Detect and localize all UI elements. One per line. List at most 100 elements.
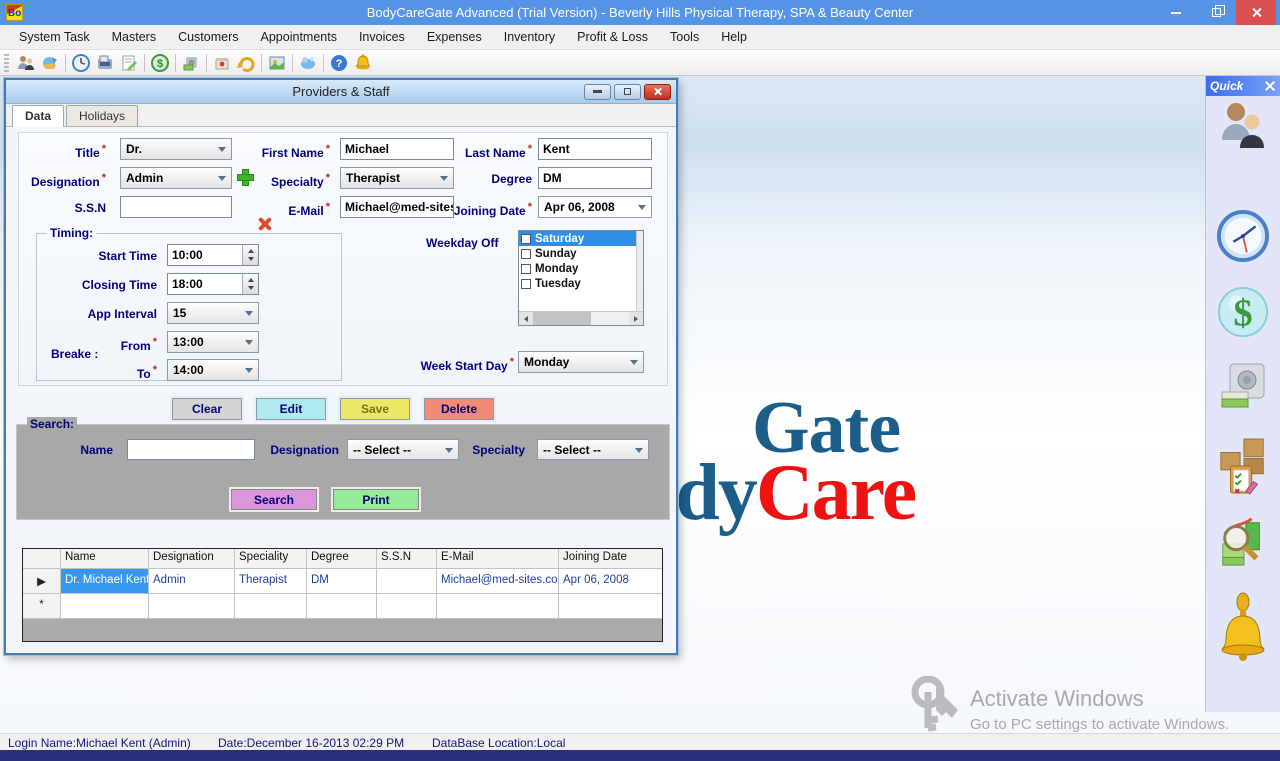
quick-reports-icon[interactable] [1217,514,1269,570]
break-to-select[interactable]: 14:00 [167,359,259,381]
search-specialty-select[interactable]: -- Select -- [537,439,649,460]
weekday-item-tuesday[interactable]: Tuesday [519,276,643,291]
save-button[interactable]: Save [340,398,410,420]
menu-masters[interactable]: Masters [101,26,167,48]
break-from-select[interactable]: 13:00 [167,331,259,353]
ssn-field[interactable] [120,196,232,218]
undo-icon[interactable] [234,52,258,74]
bell-icon[interactable] [351,52,375,74]
edit-button[interactable]: Edit [256,398,326,420]
vertical-scrollbar[interactable] [636,231,643,311]
designation-select[interactable]: Admin [120,167,232,189]
cell-empty[interactable] [307,594,377,619]
spinner-arrows-icon[interactable] [242,245,258,265]
weekday-item-monday[interactable]: Monday [519,261,643,276]
menu-system-task[interactable]: System Task [8,26,101,48]
checkbox-icon[interactable] [521,279,531,289]
close-button[interactable] [1236,0,1276,25]
add-designation-icon[interactable] [237,169,252,184]
checkbox-icon[interactable] [521,264,531,274]
quick-clock-icon[interactable] [1217,208,1269,264]
print-button[interactable]: Print [333,489,419,510]
scrollbar-thumb[interactable] [533,312,591,325]
dollar-icon[interactable]: $ [148,52,172,74]
weekday-item-saturday[interactable]: Saturday [519,231,643,246]
dialog-title-bar[interactable]: Providers & Staff [6,80,676,104]
tab-holidays[interactable]: Holidays [66,105,138,126]
grid-header-ssn[interactable]: S.S.N [377,549,437,569]
sales-icon[interactable] [210,52,234,74]
restore-button[interactable] [1196,0,1236,25]
staff-icon[interactable] [14,52,38,74]
start-time-spinner[interactable]: 10:00 [167,244,259,266]
fax-icon[interactable] [93,52,117,74]
weekday-off-list[interactable]: Saturday Sunday Monday Tuesday [518,230,644,326]
grid-header-speciality[interactable]: Speciality [235,549,307,569]
delete-button[interactable]: Delete [424,398,494,420]
quick-staff-icon[interactable] [1217,98,1269,154]
cell-name[interactable]: Dr. Michael Kent [61,569,149,594]
quick-bell-icon[interactable] [1217,590,1269,666]
clear-button[interactable]: Clear [172,398,242,420]
spa-icon[interactable] [38,52,62,74]
week-start-day-select[interactable]: Monday [518,351,644,373]
grid-header-email[interactable]: E-Mail [437,549,559,569]
cell-empty[interactable] [437,594,559,619]
scroll-left-icon[interactable] [519,312,533,325]
specialty-select[interactable]: Therapist [340,167,454,189]
menu-appointments[interactable]: Appointments [250,26,348,48]
expense-icon[interactable] [179,52,203,74]
checkbox-icon[interactable] [521,249,531,259]
quick-inventory-icon[interactable] [1217,432,1269,502]
last-name-field[interactable] [538,138,652,160]
grid-header-joining-date[interactable]: Joining Date [559,549,662,569]
cell-empty[interactable] [149,594,235,619]
joining-date-select[interactable]: Apr 06, 2008 [538,196,652,218]
clock-icon[interactable] [69,52,93,74]
cell-degree[interactable]: DM [307,569,377,594]
quick-dollar-icon[interactable]: $ [1217,284,1269,340]
dialog-minimize-button[interactable] [584,84,611,100]
cell-designation[interactable]: Admin [149,569,235,594]
minimize-button[interactable] [1156,0,1196,25]
gallery-icon[interactable] [265,52,289,74]
degree-field[interactable] [538,167,652,189]
cell-speciality[interactable]: Therapist [235,569,307,594]
closing-time-spinner[interactable]: 18:00 [167,273,259,295]
email-field[interactable] [340,196,454,218]
cell-empty[interactable] [235,594,307,619]
menu-tools[interactable]: Tools [659,26,710,48]
menu-profit-loss[interactable]: Profit & Loss [566,26,659,48]
cell-ssn[interactable] [377,569,437,594]
cell-empty[interactable] [559,594,662,619]
help-icon[interactable]: ? [327,52,351,74]
dialog-close-button[interactable] [644,84,671,100]
title-select[interactable]: Dr. [120,138,232,160]
invoice-icon[interactable] [117,52,141,74]
spinner-arrows-icon[interactable] [242,274,258,294]
quick-expenses-icon[interactable] [1217,358,1269,414]
cell-empty[interactable] [377,594,437,619]
table-row-new[interactable]: * [23,594,662,619]
grid-header-designation[interactable]: Designation [149,549,235,569]
menu-customers[interactable]: Customers [167,26,249,48]
dialog-maximize-button[interactable] [614,84,641,100]
cell-joining-date[interactable]: Apr 06, 2008 [559,569,662,594]
menu-expenses[interactable]: Expenses [416,26,493,48]
menu-inventory[interactable]: Inventory [493,26,566,48]
delete-designation-icon[interactable] [258,217,272,231]
grid-header-degree[interactable]: Degree [307,549,377,569]
menu-help[interactable]: Help [710,26,758,48]
cell-email[interactable]: Michael@med-sites.com [437,569,559,594]
checkbox-icon[interactable] [521,234,531,244]
weekday-item-sunday[interactable]: Sunday [519,246,643,261]
table-row[interactable]: ▶ Dr. Michael Kent Admin Therapist DM Mi… [23,569,662,594]
menu-invoices[interactable]: Invoices [348,26,416,48]
search-button[interactable]: Search [231,489,317,510]
scroll-right-icon[interactable] [629,312,643,325]
horizontal-scrollbar[interactable] [519,311,643,325]
tools-icon[interactable] [296,52,320,74]
tab-data[interactable]: Data [12,105,64,127]
first-name-field[interactable] [340,138,454,160]
cell-empty[interactable] [61,594,149,619]
